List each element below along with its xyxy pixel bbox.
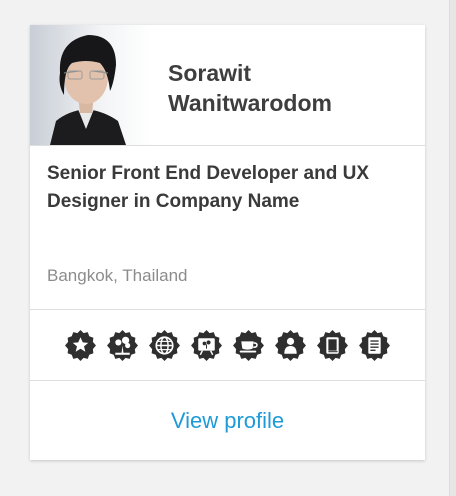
scrollbar-track — [449, 0, 456, 496]
tree-badge-icon[interactable] — [106, 329, 139, 362]
card-body: Senior Front End Developer and UX Design… — [30, 146, 425, 310]
badge-row — [30, 310, 425, 381]
star-badge-icon[interactable] — [64, 329, 97, 362]
location: Bangkok, Thailand — [47, 266, 188, 285]
page: Sorawit Wanitwarodom Senior Front End De… — [0, 0, 456, 496]
document-badge-icon[interactable] — [358, 329, 391, 362]
profile-card: Sorawit Wanitwarodom Senior Front End De… — [30, 25, 425, 460]
coffee-badge-icon[interactable] — [232, 329, 265, 362]
avatar — [30, 25, 151, 145]
profile-name: Sorawit Wanitwarodom — [168, 60, 332, 116]
person-badge-icon[interactable] — [274, 329, 307, 362]
card-footer: View profile — [30, 381, 425, 460]
globe-badge-icon[interactable] — [148, 329, 181, 362]
view-profile-link[interactable]: View profile — [171, 408, 284, 434]
presentation-badge-icon[interactable] — [190, 329, 223, 362]
card-header: Sorawit Wanitwarodom — [30, 25, 425, 146]
job-title: Senior Front End Developer and UX Design… — [47, 163, 369, 212]
book-badge-icon[interactable] — [316, 329, 349, 362]
